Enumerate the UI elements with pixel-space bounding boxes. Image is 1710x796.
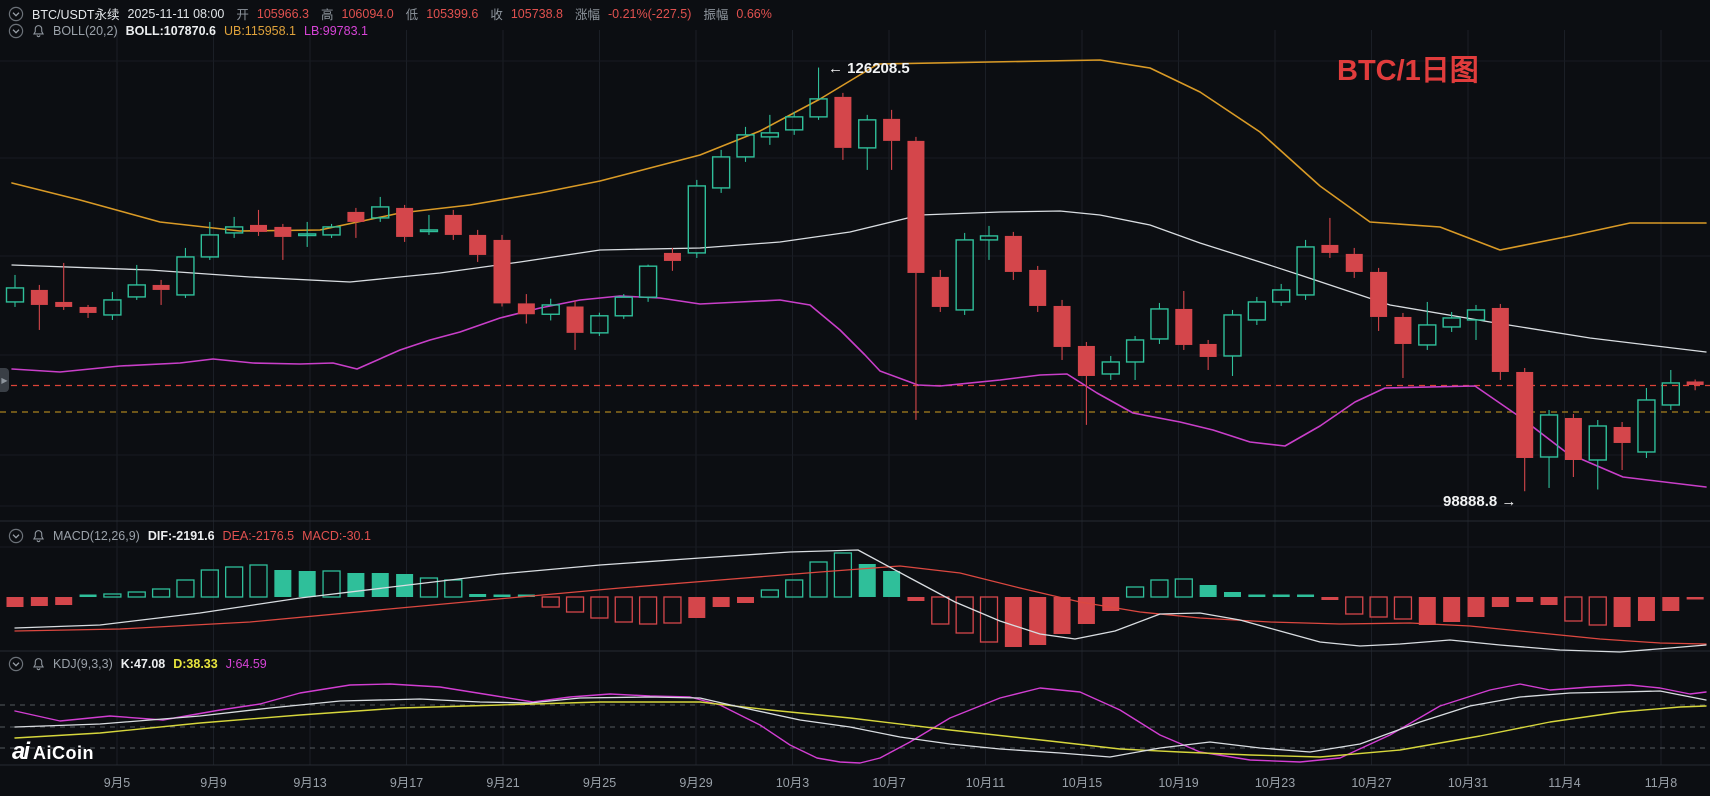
low-price-annotation: 98888.8 → bbox=[1443, 493, 1517, 510]
high-label: 高 bbox=[321, 8, 334, 22]
kdj-j-value: J:64.59 bbox=[225, 657, 267, 671]
x-axis-label: 11月4 bbox=[1548, 776, 1581, 790]
macd-dea-value: DEA:-2176.5 bbox=[222, 529, 295, 543]
sidebar-collapse-handle[interactable]: ▶ bbox=[0, 368, 9, 392]
close-label: 收 bbox=[490, 8, 503, 22]
chart-canvas[interactable] bbox=[0, 0, 1710, 796]
x-axis-label: 10月31 bbox=[1447, 776, 1489, 790]
macd-dif-value: DIF:-2191.6 bbox=[147, 529, 215, 543]
change-value: -0.21%(-227.5) bbox=[608, 6, 692, 21]
x-axis[interactable]: 9月5 9月9 9月13 9月17 9月21 9月25 9月29 10月3 10月7 10月11 1… bbox=[0, 769, 1710, 796]
x-axis-label: 9月21 bbox=[486, 776, 520, 790]
macd-hist-value: MACD:-30.1 bbox=[302, 529, 371, 543]
symbol-name[interactable]: BTC/USDT永续 bbox=[32, 4, 120, 23]
alert-bell-icon[interactable] bbox=[32, 657, 45, 671]
boll-indicator-row: BOLL(20,2) BOLL:107870.6 UB:115958.1 LB:… bbox=[8, 23, 368, 39]
boll-name[interactable]: BOLL(20,2) bbox=[53, 24, 118, 38]
x-axis-label: 11月8 bbox=[1644, 776, 1678, 790]
kdj-name[interactable]: KDJ(9,3,3) bbox=[53, 657, 113, 671]
high-value: 106094.0 bbox=[341, 6, 394, 21]
chart-watermark-title: BTC/1日图 bbox=[1337, 55, 1479, 87]
open-value: 105966.3 bbox=[256, 6, 310, 21]
x-axis-label: 9月5 bbox=[103, 776, 131, 790]
bar-datetime: 2025-11-11 08:00 bbox=[127, 6, 225, 21]
aicoin-logo-text: AiCoin bbox=[33, 743, 95, 763]
trading-chart-app: BTC/USDT永续 2025-11-11 08:00 开 105966.3 高… bbox=[0, 0, 1710, 796]
open-label: 开 bbox=[236, 8, 249, 22]
x-axis-label: 9月9 bbox=[200, 776, 227, 790]
boll-lb-value: LB:99783.1 bbox=[304, 24, 368, 38]
aicoin-logo-mark: ai bbox=[12, 738, 30, 765]
collapse-chevron-icon[interactable] bbox=[8, 656, 24, 672]
x-axis-label: 9月13 bbox=[293, 776, 327, 790]
x-axis-label: 10月23 bbox=[1254, 776, 1296, 790]
collapse-chevron-icon[interactable] bbox=[8, 528, 24, 544]
x-axis-label: 9月17 bbox=[389, 776, 424, 790]
amplitude-value: 0.66% bbox=[736, 6, 772, 21]
macd-name[interactable]: MACD(12,26,9) bbox=[53, 529, 140, 543]
close-value: 105738.8 bbox=[510, 6, 563, 21]
alert-bell-icon[interactable] bbox=[32, 24, 45, 38]
kdj-k-value: K:47.08 bbox=[120, 657, 166, 671]
collapse-chevron-icon[interactable] bbox=[8, 23, 24, 39]
collapse-chevron-icon[interactable] bbox=[8, 6, 24, 22]
kdj-indicator-row: KDJ(9,3,3) K:47.08 D:38.33 J:64.59 bbox=[8, 656, 267, 672]
aicoin-logo: ai AiCoin bbox=[12, 738, 94, 766]
low-label: 低 bbox=[405, 8, 419, 22]
x-axis-label: 10月11 bbox=[965, 776, 1006, 790]
x-axis-label: 10月3 bbox=[775, 776, 810, 790]
macd-indicator-row: MACD(12,26,9) DIF:-2191.6 DEA:-2176.5 MA… bbox=[8, 528, 371, 544]
alert-bell-icon[interactable] bbox=[32, 529, 45, 543]
x-axis-label: 10月7 bbox=[872, 776, 906, 790]
x-axis-label: 9月25 bbox=[582, 776, 617, 790]
boll-ub-value: UB:115958.1 bbox=[223, 24, 296, 38]
boll-mid-value: BOLL:107870.6 bbox=[125, 24, 216, 38]
header-row: BTC/USDT永续 2025-11-11 08:00 开 105966.3 高… bbox=[8, 4, 772, 23]
high-price-annotation: ← 126208.5 bbox=[828, 60, 910, 77]
low-value: 105399.6 bbox=[426, 6, 479, 21]
x-axis-label: 10月27 bbox=[1351, 776, 1392, 790]
kdj-d-value: D:38.33 bbox=[173, 657, 218, 671]
amplitude-label: 振幅 bbox=[703, 8, 729, 22]
x-axis-label: 9月29 bbox=[679, 776, 713, 790]
change-label: 涨幅 bbox=[574, 8, 600, 22]
x-axis-label: 10月19 bbox=[1158, 776, 1199, 790]
x-axis-label: 10月15 bbox=[1061, 776, 1103, 790]
